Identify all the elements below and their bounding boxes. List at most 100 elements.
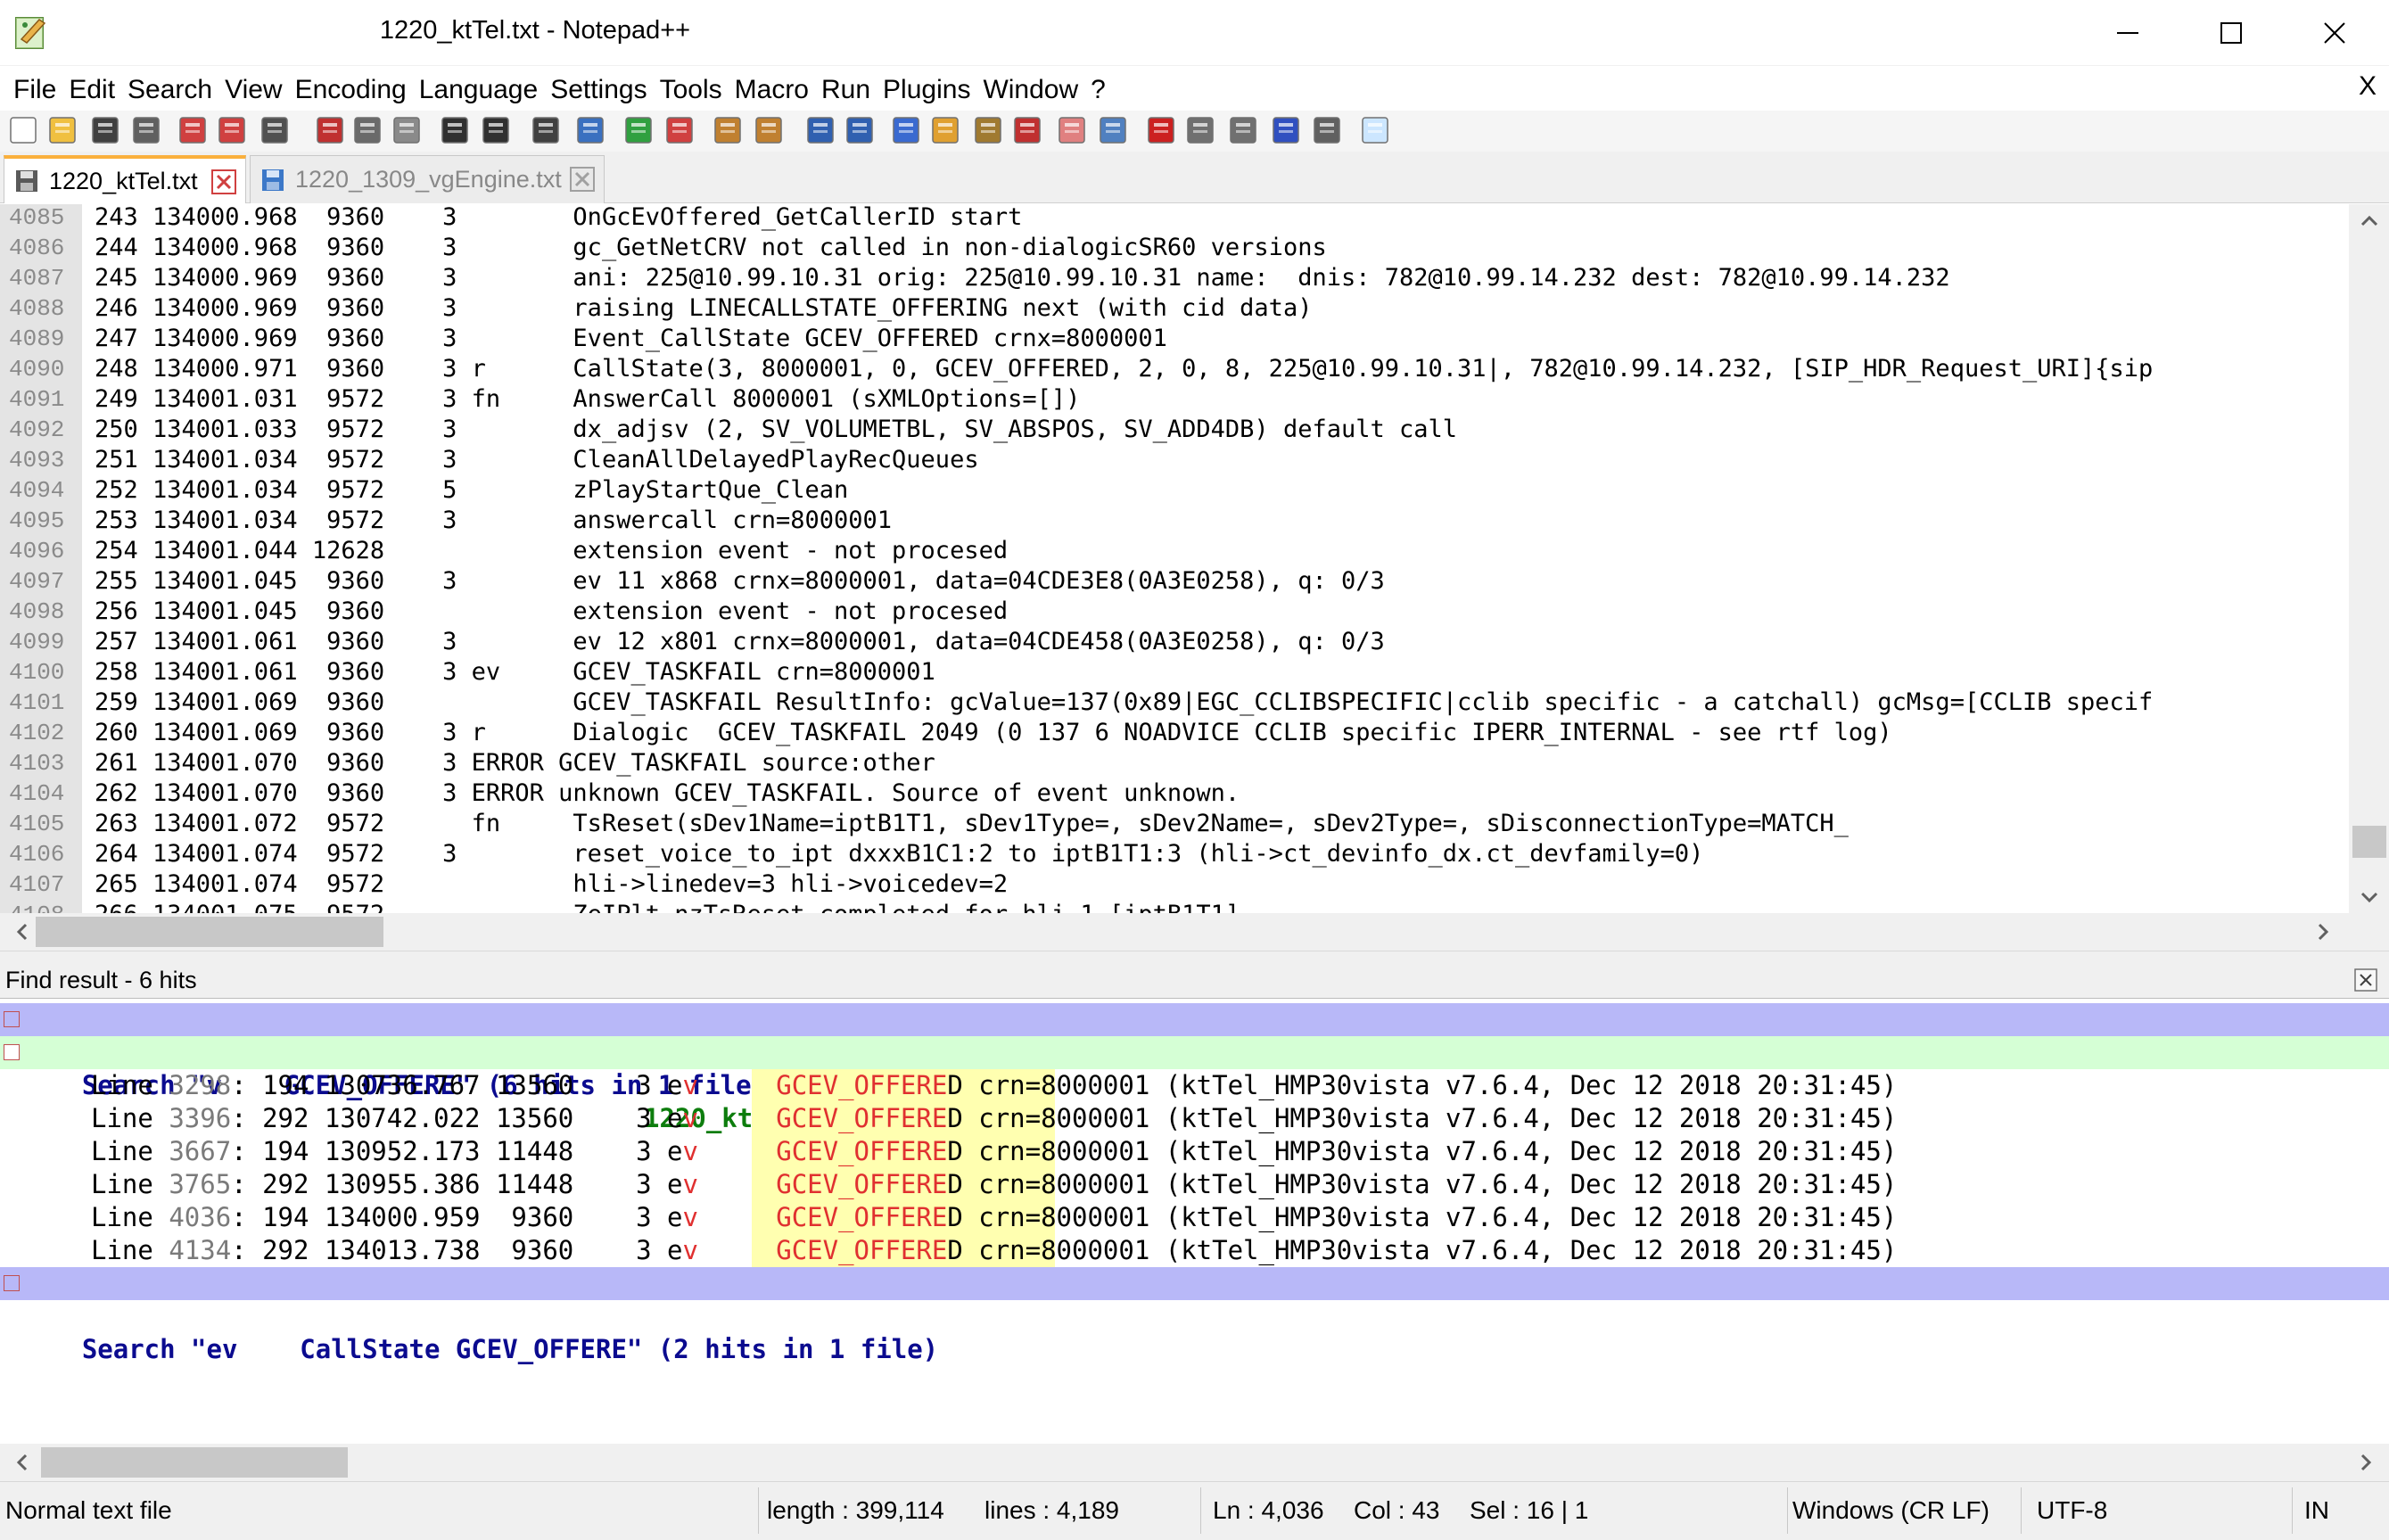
undo-icon[interactable] (437, 112, 473, 148)
code-line[interactable]: 264 134001.074 9572 3 reset_voice_to_ipt… (95, 839, 1703, 869)
maximize-button[interactable] (2179, 0, 2283, 66)
menu-run[interactable]: Run (815, 71, 877, 109)
code-line[interactable]: 252 134001.034 9572 5 zPlayStartQue_Clea… (95, 475, 848, 506)
fold-toggle-icon[interactable] (4, 1275, 20, 1291)
record-macro-icon[interactable] (1143, 112, 1179, 148)
close-window-button[interactable] (2283, 0, 2386, 66)
scroll-down-icon[interactable] (2358, 885, 2381, 909)
code-line[interactable]: 254 134001.044 12628 extension event - n… (95, 536, 1008, 566)
menu-help[interactable]: ? (1084, 71, 1112, 109)
indent-guide-icon[interactable] (888, 112, 924, 148)
code-line[interactable]: 250 134001.033 9572 3 dx_adjsv (2, SV_VO… (95, 415, 1457, 445)
code-line[interactable]: 255 134001.045 9360 3 ev 11 x868 crnx=80… (95, 566, 1385, 597)
search-hit-row[interactable]: Line 3396: 292 130742.022 13560 3 ev GCE… (0, 1102, 2389, 1135)
word-wrap-icon[interactable] (803, 112, 838, 148)
menu-file[interactable]: File (7, 71, 62, 109)
panel-splitter[interactable] (0, 951, 2389, 961)
code-line[interactable]: 247 134000.969 9360 3 Event_CallState GC… (95, 324, 1167, 354)
code-line[interactable]: 248 134000.971 9360 3 r CallState(3, 800… (95, 354, 2153, 384)
horizontal-scroll-thumb[interactable] (41, 1447, 348, 1478)
spellcheck-icon[interactable] (1357, 112, 1393, 148)
code-line[interactable]: 251 134001.034 9572 3 CleanAllDelayedPla… (95, 445, 979, 475)
vertical-scroll-thumb[interactable] (2352, 826, 2386, 858)
save-icon[interactable] (87, 112, 123, 148)
fold-toggle-icon[interactable] (4, 1011, 20, 1027)
close-icon[interactable] (175, 112, 210, 148)
code-line[interactable]: 260 134001.069 9360 3 r Dialogic GCEV_TA… (95, 718, 1892, 748)
stop-record-icon[interactable] (1182, 112, 1218, 148)
paste-icon[interactable] (389, 112, 424, 148)
close-panel-icon[interactable] (2352, 967, 2379, 993)
code-line[interactable]: 243 134000.968 9360 3 OnGcEvOffered_GetC… (95, 204, 1022, 233)
menu-view[interactable]: View (218, 71, 288, 109)
menu-settings[interactable]: Settings (544, 71, 653, 109)
code-line[interactable]: 266 134001.075 9572 ZeIPlt_nzTsReset com… (95, 900, 1240, 913)
scroll-left-icon[interactable] (11, 920, 34, 943)
redo-icon[interactable] (478, 112, 514, 148)
scroll-left-icon[interactable] (11, 1451, 34, 1474)
fold-toggle-icon[interactable] (4, 1044, 20, 1060)
code-line[interactable]: 265 134001.074 9572 hli->linedev=3 hli->… (95, 869, 1008, 900)
save-all-icon[interactable] (128, 112, 164, 148)
monitoring-icon[interactable] (1095, 112, 1131, 148)
close-all-icon[interactable] (214, 112, 250, 148)
function-list-icon[interactable] (1009, 112, 1045, 148)
menu-language[interactable]: Language (413, 71, 544, 109)
minimize-button[interactable] (2076, 0, 2179, 66)
find-horizontal-scrollbar[interactable] (0, 1444, 2389, 1481)
code-line[interactable]: 262 134001.070 9360 3 ERROR unknown GCEV… (95, 778, 1240, 809)
code-line[interactable]: 258 134001.061 9360 3 ev GCEV_TASKFAIL c… (95, 657, 935, 688)
show-all-chars-icon[interactable] (842, 112, 877, 148)
search-result-header[interactable]: Search "v GCEV_OFFERE" (6 hits in 1 file… (0, 1003, 2389, 1100)
code-area[interactable]: 243 134000.968 9360 3 OnGcEvOffered_GetC… (82, 204, 2347, 913)
search-result-header[interactable]: Search "ev CallState GCEV_OFFERE" (2 hit… (0, 1267, 2389, 1364)
code-line[interactable]: 259 134001.069 9360 GCEV_TASKFAIL Result… (95, 688, 2153, 718)
sync-horizontal-icon[interactable] (751, 112, 787, 148)
play-macro-icon[interactable] (1225, 112, 1261, 148)
code-line[interactable]: 249 134001.031 9572 3 fn AnswerCall 8000… (95, 384, 1080, 415)
tab-1220-kttel[interactable]: 1220_ktTel.txt (4, 155, 246, 203)
code-line[interactable]: 253 134001.034 9572 3 answercall crn=800… (95, 506, 892, 536)
menu-macro[interactable]: Macro (729, 71, 815, 109)
find-icon[interactable] (528, 112, 564, 148)
code-line[interactable]: 261 134001.070 9360 3 ERROR GCEV_TASKFAI… (95, 748, 935, 778)
menu-tools[interactable]: Tools (654, 71, 729, 109)
menu-window[interactable]: Window (976, 71, 1084, 109)
close-tab-icon[interactable] (211, 169, 236, 194)
zoom-out-icon[interactable] (662, 112, 697, 148)
find-result-list[interactable]: Search "v GCEV_OFFERE" (6 hits in 1 file… (0, 1000, 2389, 1444)
zoom-in-icon[interactable] (621, 112, 656, 148)
menu-search[interactable]: Search (121, 71, 218, 109)
doc-map-icon[interactable] (970, 112, 1006, 148)
close-tab-icon[interactable] (570, 167, 595, 192)
menu-encoding[interactable]: Encoding (289, 71, 413, 109)
code-line[interactable]: 246 134000.969 9360 3 raising LINECALLST… (95, 293, 1312, 324)
copy-icon[interactable] (350, 112, 385, 148)
menu-edit[interactable]: Edit (62, 71, 121, 109)
sync-vertical-icon[interactable] (710, 112, 746, 148)
code-line[interactable]: 263 134001.072 9572 fn TsReset(sDev1Name… (95, 809, 1849, 839)
replace-icon[interactable] (573, 112, 608, 148)
search-hit-row[interactable]: Line 3298: 194 130736.767 13560 3 ev GCE… (0, 1069, 2389, 1102)
cut-icon[interactable] (312, 112, 348, 148)
horizontal-scroll-thumb[interactable] (36, 917, 383, 947)
scroll-right-icon[interactable] (2354, 1451, 2377, 1474)
code-line[interactable]: 257 134001.061 9360 3 ev 12 x801 crnx=80… (95, 627, 1385, 657)
print-icon[interactable] (257, 112, 292, 148)
file-result-header[interactable]: 1220_ktTel.txt (6 hits) (0, 1036, 2389, 1133)
tab-1220-1309-vgengine[interactable]: 1220_1309_vgEngine.txt (250, 155, 605, 203)
open-file-icon[interactable] (45, 112, 80, 148)
scroll-up-icon[interactable] (2358, 210, 2381, 233)
menu-plugins[interactable]: Plugins (877, 71, 976, 109)
search-hit-row[interactable]: Line 4036: 194 134000.959 9360 3 ev GCEV… (0, 1201, 2389, 1234)
code-line[interactable]: 244 134000.968 9360 3 gc_GetNetCRV not c… (95, 233, 1327, 263)
folder-workspace-icon[interactable] (1054, 112, 1090, 148)
horizontal-scrollbar[interactable] (0, 913, 2349, 951)
search-hit-row[interactable]: Line 3667: 194 130952.173 11448 3 ev GCE… (0, 1135, 2389, 1168)
code-line[interactable]: 245 134000.969 9360 3 ani: 225@10.99.10.… (95, 263, 1950, 293)
vertical-scrollbar[interactable] (2349, 204, 2389, 913)
search-hit-row[interactable]: Line 4134: 292 134013.738 9360 3 ev GCEV… (0, 1234, 2389, 1267)
save-macro-icon[interactable] (1309, 112, 1345, 148)
run-macro-multiple-icon[interactable] (1268, 112, 1304, 148)
editor-pane[interactable]: 4085 4086 4087 4088 4089 4090 4091 4092 4093 4094… (0, 204, 2389, 913)
